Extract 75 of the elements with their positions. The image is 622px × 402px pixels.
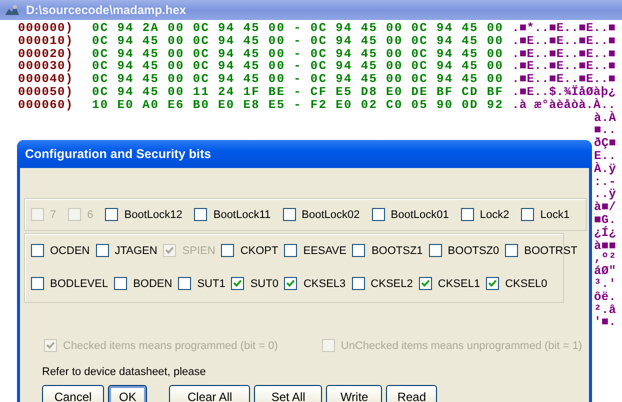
dialog-title: Configuration and Security bits [25, 147, 212, 161]
check-icon [286, 279, 296, 288]
hex-ascii: .■E..$.¾ÏåØàþ¿ [512, 86, 617, 99]
hex-ascii: '■. [594, 316, 618, 330]
fuse-bit-checkbox[interactable]: CKOPT [221, 244, 278, 257]
fuse-bit-checkbox[interactable]: SUT1 [178, 277, 226, 290]
hex-ascii: ôë. [594, 290, 618, 304]
hex-bytes: 10 E0 A0 E6 B0 E0 E8 E5 - F2 E0 02 C0 05 90 0D 92 [92, 98, 505, 112]
lock-bit-checkbox[interactable]: BootLock11 [194, 208, 271, 221]
fuse-bit-checkbox[interactable]: OCDEN [31, 244, 90, 257]
hex-ascii: áØ" [594, 265, 618, 278]
fuse-bit-checkbox[interactable]: BOOTRST [505, 244, 578, 257]
app-icon [4, 3, 20, 17]
hex-ascii: .■*..■E..■E..■ [512, 22, 617, 35]
hex-address: 000050) [18, 86, 74, 99]
fuse-bit-checkbox[interactable]: BODLEVEL [31, 277, 108, 290]
fuse-bit-checkbox[interactable]: BOOTSZ0 [428, 244, 500, 257]
hex-ascii: ².â [594, 304, 618, 316]
hex-ascii: à.À [594, 112, 618, 124]
hex-address: 000010) [18, 34, 74, 48]
fuse-bit-checkbox[interactable]: CKSEL0 [486, 277, 548, 290]
hex-ascii: ,º² [594, 252, 618, 266]
check-icon [46, 341, 55, 350]
hex-ascii: .à æ°àèåòà.À.. [512, 98, 617, 112]
fuse-bit-checkbox[interactable]: CKSEL2 [352, 277, 413, 290]
hex-ascii: :.- [594, 176, 618, 188]
hex-address: 000060) [18, 98, 74, 112]
hex-ascii: .■E..■E..■E..■ [512, 73, 617, 86]
hex-ascii: .■E..■E..■E..■ [512, 34, 617, 48]
note-text: Refer to device datasheet, please [42, 366, 207, 378]
dialog-button[interactable]: OK [108, 385, 148, 402]
hex-bytes: 0C 94 45 00 0C 94 45 00 - 0C 94 45 00 0C 94 45 00 [92, 34, 505, 48]
check-icon [233, 279, 242, 288]
check-icon [488, 279, 498, 288]
hex-ascii: .■E..■E..■E..■ [512, 60, 617, 74]
hex-ascii: ..ÿ [594, 188, 618, 202]
fuse-bit-checkbox[interactable]: CKSEL1 [418, 277, 480, 290]
hex-ascii: ■.. [594, 124, 618, 138]
lock-bit-checkbox[interactable]: BootLock12 [105, 208, 182, 221]
fuse-bit-checkbox[interactable]: CKSEL3 [284, 277, 346, 290]
hex-ascii: à■/ [594, 201, 618, 214]
hex-address: 000030) [18, 60, 74, 74]
hex-ascii: ■G. [594, 214, 618, 227]
hex-bytes: 0C 94 45 00 0C 94 45 00 - 0C 94 45 00 0C 94 45 00 [92, 73, 505, 86]
fuse-bit-checkbox[interactable]: EESAVE [284, 244, 346, 257]
lock-bit-checkbox[interactable]: BootLock01 [372, 208, 449, 221]
lock-bit-checkbox[interactable]: Lock2 [460, 208, 510, 221]
dialog-button[interactable]: Set All [254, 385, 322, 402]
dialog-button[interactable]: Read [386, 385, 438, 402]
hex-ascii: E.. [594, 150, 618, 163]
dialog-button[interactable]: Write [326, 385, 382, 402]
dialog-button[interactable]: Cancel [42, 385, 104, 402]
hex-address: 000040) [18, 73, 74, 86]
lock-bit-checkbox[interactable]: BootLock02 [282, 208, 360, 221]
dialog-button[interactable]: Clear All [169, 385, 250, 402]
hex-ascii: ³.' [594, 278, 618, 291]
hex-address: 000020) [18, 48, 74, 60]
hex-ascii: à■■ [594, 240, 618, 252]
hex-ascii: .■E..■E..■E..■ [512, 48, 617, 60]
window-title: D:\sourcecode\madamp.hex [26, 3, 186, 17]
hex-ascii: ðÇ■ [594, 137, 618, 150]
fuse-bit-checkbox[interactable]: JTAGEN [96, 244, 158, 257]
lock-bit-checkbox[interactable]: Lock1 [521, 208, 570, 221]
fuse-bit-checkbox[interactable]: BOOTSZ1 [352, 244, 423, 257]
hex-bytes: 0C 94 45 00 0C 94 45 00 - 0C 94 45 00 0C 94 45 00 [92, 60, 505, 74]
fuse-bit-checkbox[interactable]: SUT0 [231, 277, 278, 290]
check-icon [165, 246, 174, 255]
check-icon [420, 279, 430, 288]
hex-ascii: ¿Í¿ [594, 226, 618, 240]
hex-bytes: 0C 94 2A 00 0C 94 45 00 - 0C 94 45 00 0C 94 45 00 [92, 22, 505, 35]
hex-ascii: À.ÿ [594, 162, 618, 176]
hex-bytes: 0C 94 45 00 11 24 1F BE - CF E5 D8 E0 DE BF CD BF [92, 86, 505, 99]
hex-bytes: 0C 94 45 00 0C 94 45 00 - 0C 94 45 00 0C 94 45 00 [92, 48, 505, 60]
hex-address: 000000) [18, 22, 74, 35]
fuse-bit-checkbox[interactable]: BODEN [114, 277, 172, 290]
